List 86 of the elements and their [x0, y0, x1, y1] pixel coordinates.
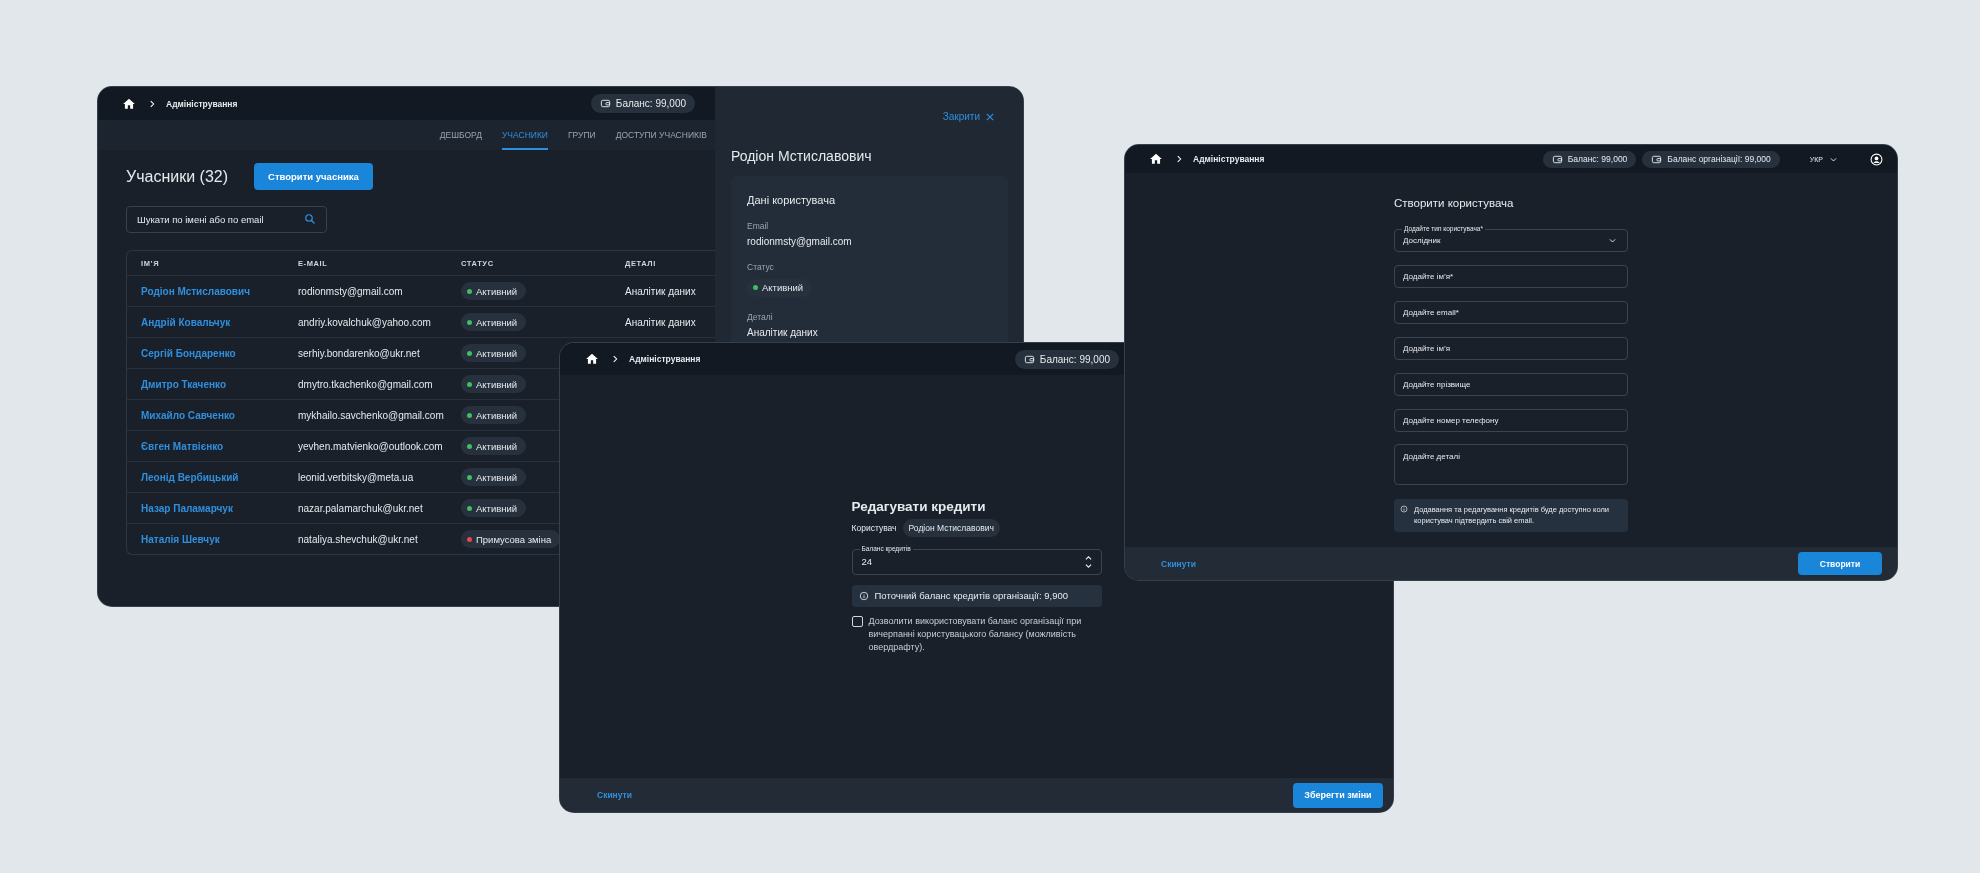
- member-name-link[interactable]: Леонід Вербицький: [127, 461, 284, 492]
- page-title: Учасники (32): [126, 167, 228, 186]
- close-icon[interactable]: [986, 112, 994, 121]
- close-link[interactable]: Закрити: [942, 111, 994, 122]
- user-avatar-icon[interactable]: [1870, 152, 1883, 166]
- status-badge: Активний: [461, 375, 527, 393]
- info-icon: [858, 590, 869, 601]
- wallet-icon: [599, 98, 611, 109]
- status-badge: Активний: [461, 406, 527, 424]
- field-value: Аналітик даних: [747, 326, 818, 338]
- field-label: Деталі: [747, 311, 773, 322]
- tab[interactable]: ДОСТУПИ УЧАСНИКІВ: [615, 120, 707, 150]
- checkbox[interactable]: [851, 616, 863, 628]
- email-cell: serhiy.bondarenko@ukr.net: [284, 337, 447, 368]
- member-name-link[interactable]: Євген Матвієнко: [127, 430, 284, 461]
- dialog-title: Редагувати кредити: [851, 498, 987, 514]
- info-text: Поточний баланс кредитів організації: 9,900: [874, 589, 1068, 603]
- status-badge: Активний: [461, 344, 527, 362]
- details-cell: Аналітик даних: [625, 285, 696, 297]
- panel-title: Родіон Мстиславович: [731, 148, 873, 164]
- balance-text: Баланс: 99,000: [615, 98, 686, 109]
- search-icon[interactable]: [304, 213, 316, 225]
- details-field[interactable]: Додайте деталі: [1394, 444, 1628, 485]
- home-icon[interactable]: [122, 96, 136, 111]
- info-icon: [1400, 505, 1408, 513]
- breadcrumb[interactable]: Адміністрування: [1193, 154, 1265, 164]
- create-member-button[interactable]: Створити учасника: [254, 163, 373, 190]
- tab[interactable]: ГРУПИ: [567, 120, 596, 150]
- form-title: Створити користувача: [1394, 196, 1515, 211]
- search-field[interactable]: Шукати по імені або по email: [126, 206, 327, 233]
- input-field[interactable]: Додайте номер телефону: [1394, 409, 1628, 432]
- status-badge: Активний: [461, 468, 527, 486]
- member-name-link[interactable]: Михайло Савченко: [127, 399, 284, 430]
- user-label: Користувач: [851, 522, 897, 533]
- email-cell: nataliya.shevchuk@ukr.net: [284, 523, 447, 554]
- status-badge: Активний: [461, 437, 527, 455]
- checkbox-label: Дозволити використовувати баланс організації при вичерпанні користувацького балансу (можливість овердрафту).: [868, 615, 1083, 655]
- breadcrumb[interactable]: Адміністрування: [629, 354, 701, 364]
- home-icon[interactable]: [1149, 152, 1163, 166]
- home-icon[interactable]: [585, 352, 599, 366]
- input-field[interactable]: Додайте email*: [1394, 301, 1628, 324]
- member-name-link[interactable]: Дмитро Ткаченко: [127, 368, 284, 399]
- balance-text: Баланс організації: 99,000: [1667, 154, 1771, 164]
- details-cell: Аналітик даних: [625, 316, 696, 328]
- field-label: Статус: [747, 262, 774, 272]
- member-name-link[interactable]: Родіон Мстиславович: [127, 275, 284, 306]
- field-label: Email: [747, 221, 769, 231]
- status-badge: Примусова зміна: [461, 530, 561, 548]
- wallet-icon: [1551, 153, 1563, 165]
- save-button[interactable]: Зберегти зміни: [1293, 782, 1383, 808]
- balance-text: Баланс: 99,000: [1567, 154, 1628, 164]
- balance-text: Баланс: 99,000: [1039, 353, 1110, 365]
- member-name-link[interactable]: Назар Паламарчук: [127, 492, 284, 523]
- email-cell: andriy.kovalchuk@yahoo.com: [284, 306, 447, 337]
- wallet-icon: [1023, 353, 1035, 365]
- status-badge: Активний: [461, 499, 527, 517]
- email-cell: nazar.palamarchuk@ukr.net: [284, 492, 447, 523]
- wallet-icon: [1651, 153, 1663, 165]
- create-button[interactable]: Створити: [1798, 552, 1882, 575]
- reset-link[interactable]: Скинути: [597, 790, 632, 800]
- input-field[interactable]: Додайте прізвище: [1394, 373, 1628, 396]
- tab[interactable]: ДЕШБОРД: [439, 120, 482, 150]
- chevron-right-icon: [147, 98, 157, 109]
- card-heading: Дані користувача: [747, 194, 836, 206]
- email-cell: dmytro.tkachenko@gmail.com: [284, 368, 447, 399]
- email-cell: mykhailo.savchenko@gmail.com: [284, 399, 447, 430]
- stepper-icon[interactable]: [1083, 554, 1093, 569]
- email-cell: rodionmsty@gmail.com: [284, 275, 447, 306]
- status-badge: Активний: [461, 282, 527, 300]
- input-field[interactable]: Додайте ім’я*: [1394, 265, 1628, 288]
- member-name-link[interactable]: Сергій Бондаренко: [127, 337, 284, 368]
- chevron-right-icon: [610, 354, 620, 364]
- breadcrumb[interactable]: Адміністрування: [166, 98, 238, 109]
- user-chip: Родіон Мстиславович: [902, 518, 1000, 537]
- reset-link[interactable]: Скинути: [1161, 558, 1196, 569]
- member-name-link[interactable]: Андрій Ковальчук: [127, 306, 284, 337]
- member-name-link[interactable]: Наталія Шевчук: [127, 523, 284, 554]
- email-cell: leonid.verbitsky@meta.ua: [284, 461, 447, 492]
- email-cell: yevhen.matvienko@outlook.com: [284, 430, 447, 461]
- tab[interactable]: УЧАСНИКИ: [501, 120, 548, 150]
- chevron-down-icon: [1608, 236, 1617, 245]
- status-badge: Активний: [461, 313, 527, 331]
- field-value: rodionmsty@gmail.com: [747, 236, 852, 247]
- status-badge: Активний: [747, 278, 813, 297]
- input-field[interactable]: Додайте ім’я: [1394, 337, 1628, 360]
- chevron-right-icon: [1174, 154, 1184, 164]
